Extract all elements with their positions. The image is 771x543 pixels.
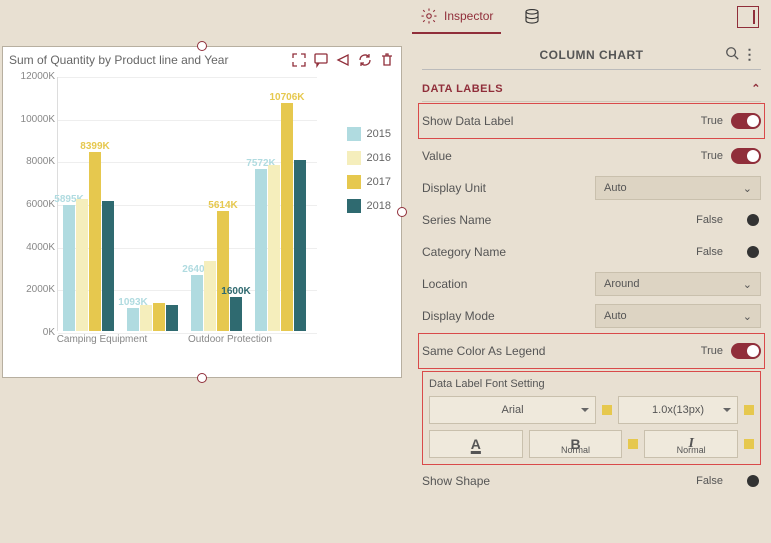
data-label: 1600K bbox=[221, 286, 250, 297]
comment-icon[interactable] bbox=[313, 52, 329, 68]
y-tick: 6000K bbox=[13, 199, 55, 210]
refresh-icon[interactable] bbox=[357, 52, 373, 68]
collapse-panel-button[interactable] bbox=[737, 6, 759, 28]
select-font-size[interactable]: 1.0x(13px) bbox=[618, 396, 738, 424]
tab-data[interactable] bbox=[515, 0, 549, 34]
row-show-shape: Show Shape False bbox=[422, 465, 761, 497]
bar[interactable]: 8399K bbox=[89, 152, 101, 331]
chevron-down-icon: ⌄ bbox=[743, 278, 752, 291]
chart-card[interactable]: Sum of Quantity by Product line and Year… bbox=[2, 46, 402, 378]
y-tick: 12000K bbox=[13, 71, 55, 82]
toggle-series-name[interactable] bbox=[731, 212, 761, 228]
x-tick: Outdoor Protection bbox=[175, 334, 285, 345]
toggle-value[interactable] bbox=[731, 148, 761, 164]
select-font-family[interactable]: Arial bbox=[429, 396, 596, 424]
row-show-data-label: Show Data Label True bbox=[422, 105, 761, 137]
toggle-same-color[interactable] bbox=[731, 343, 761, 359]
bar[interactable]: 10706K bbox=[281, 103, 293, 331]
more-icon[interactable]: ⋮ bbox=[743, 46, 758, 63]
row-display-unit: Display Unit Auto ⌄ bbox=[422, 172, 761, 204]
chevron-down-icon: ⌄ bbox=[743, 182, 752, 195]
toggle-show-data-label[interactable] bbox=[731, 113, 761, 129]
tab-inspector-label: Inspector bbox=[444, 9, 493, 23]
font-weight-button[interactable]: B Normal bbox=[529, 430, 623, 458]
resize-handle-top[interactable] bbox=[197, 41, 207, 51]
bar[interactable]: 2640K bbox=[191, 275, 203, 331]
toggle-show-shape[interactable] bbox=[731, 473, 761, 489]
bar[interactable]: 5895K bbox=[63, 205, 75, 331]
bar[interactable] bbox=[166, 305, 178, 331]
font-style-lock-icon[interactable] bbox=[744, 439, 754, 449]
section-data-labels[interactable]: DATA LABELS ⌃ bbox=[422, 76, 761, 102]
legend-item: 2017 bbox=[347, 175, 391, 189]
trash-icon[interactable] bbox=[379, 52, 395, 68]
x-tick: Camping Equipment bbox=[47, 334, 157, 345]
chart-legend: 2015 2016 2017 2018 bbox=[347, 127, 391, 223]
y-tick: 10000K bbox=[13, 114, 55, 125]
font-settings-box: Data Label Font Setting Arial 1.0x(13px)… bbox=[422, 371, 761, 465]
font-family-lock-icon[interactable] bbox=[602, 405, 612, 415]
row-value: Value True bbox=[422, 140, 761, 172]
row-same-color: Same Color As Legend True bbox=[422, 335, 761, 367]
bar[interactable]: 7572K bbox=[255, 169, 267, 331]
data-label: 8399K bbox=[80, 141, 109, 152]
row-series-name: Series Name False bbox=[422, 204, 761, 236]
bar[interactable]: 1093K bbox=[127, 308, 139, 331]
bar[interactable] bbox=[140, 305, 152, 331]
chart-title: Sum of Quantity by Product line and Year bbox=[9, 53, 285, 67]
chevron-up-icon: ⌃ bbox=[751, 82, 761, 95]
search-icon[interactable] bbox=[725, 46, 739, 60]
toggle-category-name[interactable] bbox=[731, 244, 761, 260]
bar[interactable] bbox=[294, 160, 306, 331]
select-display-unit[interactable]: Auto ⌄ bbox=[595, 176, 761, 200]
database-icon bbox=[523, 8, 541, 26]
bar[interactable] bbox=[153, 303, 165, 331]
legend-item: 2018 bbox=[347, 199, 391, 213]
bar[interactable]: 1600K bbox=[230, 297, 242, 331]
bar[interactable] bbox=[268, 165, 280, 331]
font-color-button[interactable]: A bbox=[429, 430, 523, 458]
inspector-panel: COLUMN CHART ⋮ DATA LABELS ⌃ Show Data L… bbox=[404, 34, 771, 543]
y-tick: 8000K bbox=[13, 156, 55, 167]
row-category-name: Category Name False bbox=[422, 236, 761, 268]
row-display-mode: Display Mode Auto ⌄ bbox=[422, 300, 761, 332]
panel-title: COLUMN CHART bbox=[540, 48, 644, 62]
legend-item: 2016 bbox=[347, 151, 391, 165]
y-tick: 4000K bbox=[13, 242, 55, 253]
select-location[interactable]: Around ⌄ bbox=[595, 272, 761, 296]
chart-plot-area: 5895K8399K1093K2640K5614K1600K7572K10706… bbox=[13, 77, 317, 345]
chevron-down-icon: ⌄ bbox=[743, 310, 752, 323]
row-location: Location Around ⌄ bbox=[422, 268, 761, 300]
bar[interactable] bbox=[76, 199, 88, 331]
expand-icon[interactable] bbox=[291, 52, 307, 68]
resize-handle-bottom[interactable] bbox=[197, 373, 207, 383]
resize-handle-right[interactable] bbox=[397, 207, 407, 217]
legend-item: 2015 bbox=[347, 127, 391, 141]
font-style-button[interactable]: I Normal bbox=[644, 430, 738, 458]
bar[interactable] bbox=[102, 201, 114, 331]
font-size-lock-icon[interactable] bbox=[744, 405, 754, 415]
bar[interactable]: 5614K bbox=[217, 211, 229, 331]
gear-icon bbox=[420, 7, 438, 25]
font-weight-lock-icon[interactable] bbox=[628, 439, 638, 449]
bar[interactable] bbox=[204, 261, 216, 331]
data-label: 10706K bbox=[269, 92, 304, 103]
y-tick: 2000K bbox=[13, 284, 55, 295]
share-icon[interactable] bbox=[335, 52, 351, 68]
data-label: 5614K bbox=[208, 200, 237, 211]
select-display-mode[interactable]: Auto ⌄ bbox=[595, 304, 761, 328]
font-settings-title: Data Label Font Setting bbox=[429, 378, 754, 390]
tab-inspector[interactable]: Inspector bbox=[412, 0, 501, 34]
